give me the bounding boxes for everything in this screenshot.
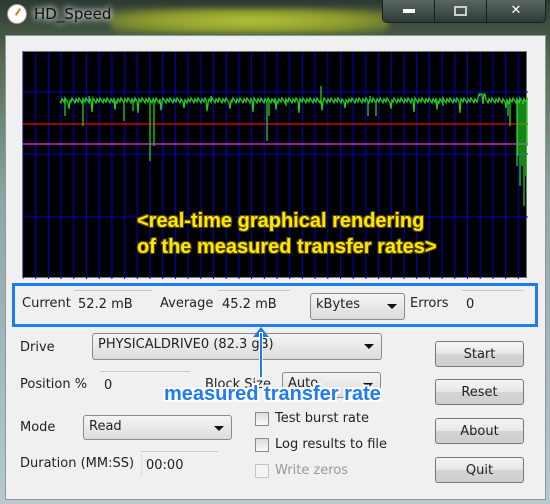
mode-label: Mode [20, 420, 56, 435]
duration-value: 00:00 [141, 451, 218, 477]
about-button[interactable]: About [435, 418, 524, 444]
unit-select[interactable]: kBytes [310, 293, 405, 320]
start-button[interactable]: Start [435, 341, 524, 367]
position-label: Position % [20, 377, 88, 392]
close-icon: ✕ [510, 3, 522, 18]
drive-select[interactable]: PHYSICALDRIVE0 (82.3 gB) [92, 333, 382, 360]
reset-button[interactable]: Reset [435, 379, 524, 405]
unit-select-value: kBytes [316, 297, 361, 312]
duration-label: Duration (MM:SS) [20, 456, 135, 471]
test-burst-rate-checkbox[interactable]: Test burst rate [255, 411, 369, 426]
log-results-checkbox[interactable]: Log results to file [255, 437, 387, 452]
maximize-icon [454, 5, 467, 16]
errors-value: 0 [462, 290, 524, 312]
chevron-down-icon [387, 304, 397, 309]
average-label: Average [160, 296, 214, 311]
maximize-button[interactable] [435, 0, 487, 22]
close-button[interactable]: ✕ [487, 0, 545, 22]
mode-select-value: Read [89, 419, 122, 434]
write-zeros-checkbox: Write zeros [255, 463, 348, 478]
average-value: 45.2 mB [218, 290, 290, 312]
checkbox-box[interactable] [255, 411, 269, 426]
graph-annotation-line2: of the measured transfer rates> [137, 236, 437, 258]
graph-annotation-line1: <real-time graphical rendering [137, 210, 425, 232]
minimize-icon [402, 8, 415, 13]
checkbox-box [255, 463, 269, 478]
mode-select[interactable]: Read [83, 415, 232, 440]
quit-button[interactable]: Quit [435, 457, 524, 483]
current-label: Current [22, 296, 71, 311]
checkbox-label: Write zeros [275, 463, 349, 478]
minimize-button[interactable] [383, 0, 435, 22]
checkbox-label: Log results to file [275, 437, 388, 452]
window-title: HD_Speed [34, 5, 112, 23]
drive-select-value: PHYSICALDRIVE0 (82.3 gB) [98, 337, 274, 352]
callout-arrow [259, 332, 263, 378]
app-gauge-icon[interactable] [7, 4, 27, 24]
transfer-rate-graph: <real-time graphical rendering of the me… [22, 51, 528, 279]
checkbox-box[interactable] [255, 437, 269, 452]
current-value: 52.2 mB [74, 290, 152, 312]
checkbox-label: Test burst rate [275, 411, 369, 426]
chevron-down-icon [364, 344, 374, 349]
drive-label: Drive [20, 340, 55, 355]
chevron-down-icon [214, 426, 224, 431]
errors-label: Errors [410, 296, 449, 311]
window-controls: ✕ [382, 0, 546, 23]
stats-callout: measured transfer rate [164, 383, 381, 405]
transfer-rate-trace [59, 86, 528, 206]
title-glow [110, 8, 390, 34]
